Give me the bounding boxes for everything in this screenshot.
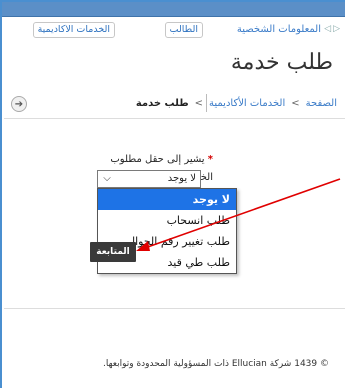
forward-arrow-icon[interactable]: ▷ — [333, 24, 340, 34]
breadcrumb-academic-services[interactable]: الخدمات الأكاديمية — [209, 98, 285, 109]
nav-arrows: ◁ ▷ — [324, 24, 340, 34]
breadcrumb-divider — [206, 94, 207, 112]
breadcrumb-home[interactable]: الصفحة — [306, 98, 337, 109]
chevron-down-icon[interactable]: ⌵ — [98, 171, 116, 187]
tab-students[interactable]: الطالب — [164, 22, 203, 38]
breadcrumb-separator: > — [194, 98, 204, 109]
page-frame: ◁ ▷ المعلومات الشخصية الطالب الخدمات الا… — [0, 0, 345, 388]
back-arrow-icon[interactable]: ◁ — [324, 24, 331, 34]
breadcrumb: الصفحة > الخدمات الأكاديمية > طلب خدمة — [136, 98, 337, 109]
breadcrumb-separator: > — [291, 98, 300, 109]
top-bar — [2, 2, 345, 17]
divider — [4, 308, 345, 309]
go-arrow-icon[interactable]: ➔ — [11, 96, 27, 112]
footer-copyright: © 1439 شركة Ellucian ذات المسؤولية المحد… — [102, 359, 329, 369]
breadcrumb-current: طلب خدمة — [135, 98, 189, 109]
personal-info-link[interactable]: المعلومات الشخصية — [237, 24, 321, 35]
annotation-arrow-icon — [136, 178, 341, 251]
tab-academic-services[interactable]: الخدمات الاكاديمية — [32, 22, 115, 38]
divider — [4, 118, 345, 119]
required-note: * يشير إلى حقل مطلوب — [110, 154, 213, 165]
page-title: طلب خدمة — [230, 50, 333, 75]
required-note-text: يشير إلى حقل مطلوب — [110, 154, 205, 165]
header-nav: ◁ ▷ المعلومات الشخصية الطالب الخدمات الا… — [2, 18, 345, 44]
required-star-icon: * — [207, 154, 213, 165]
